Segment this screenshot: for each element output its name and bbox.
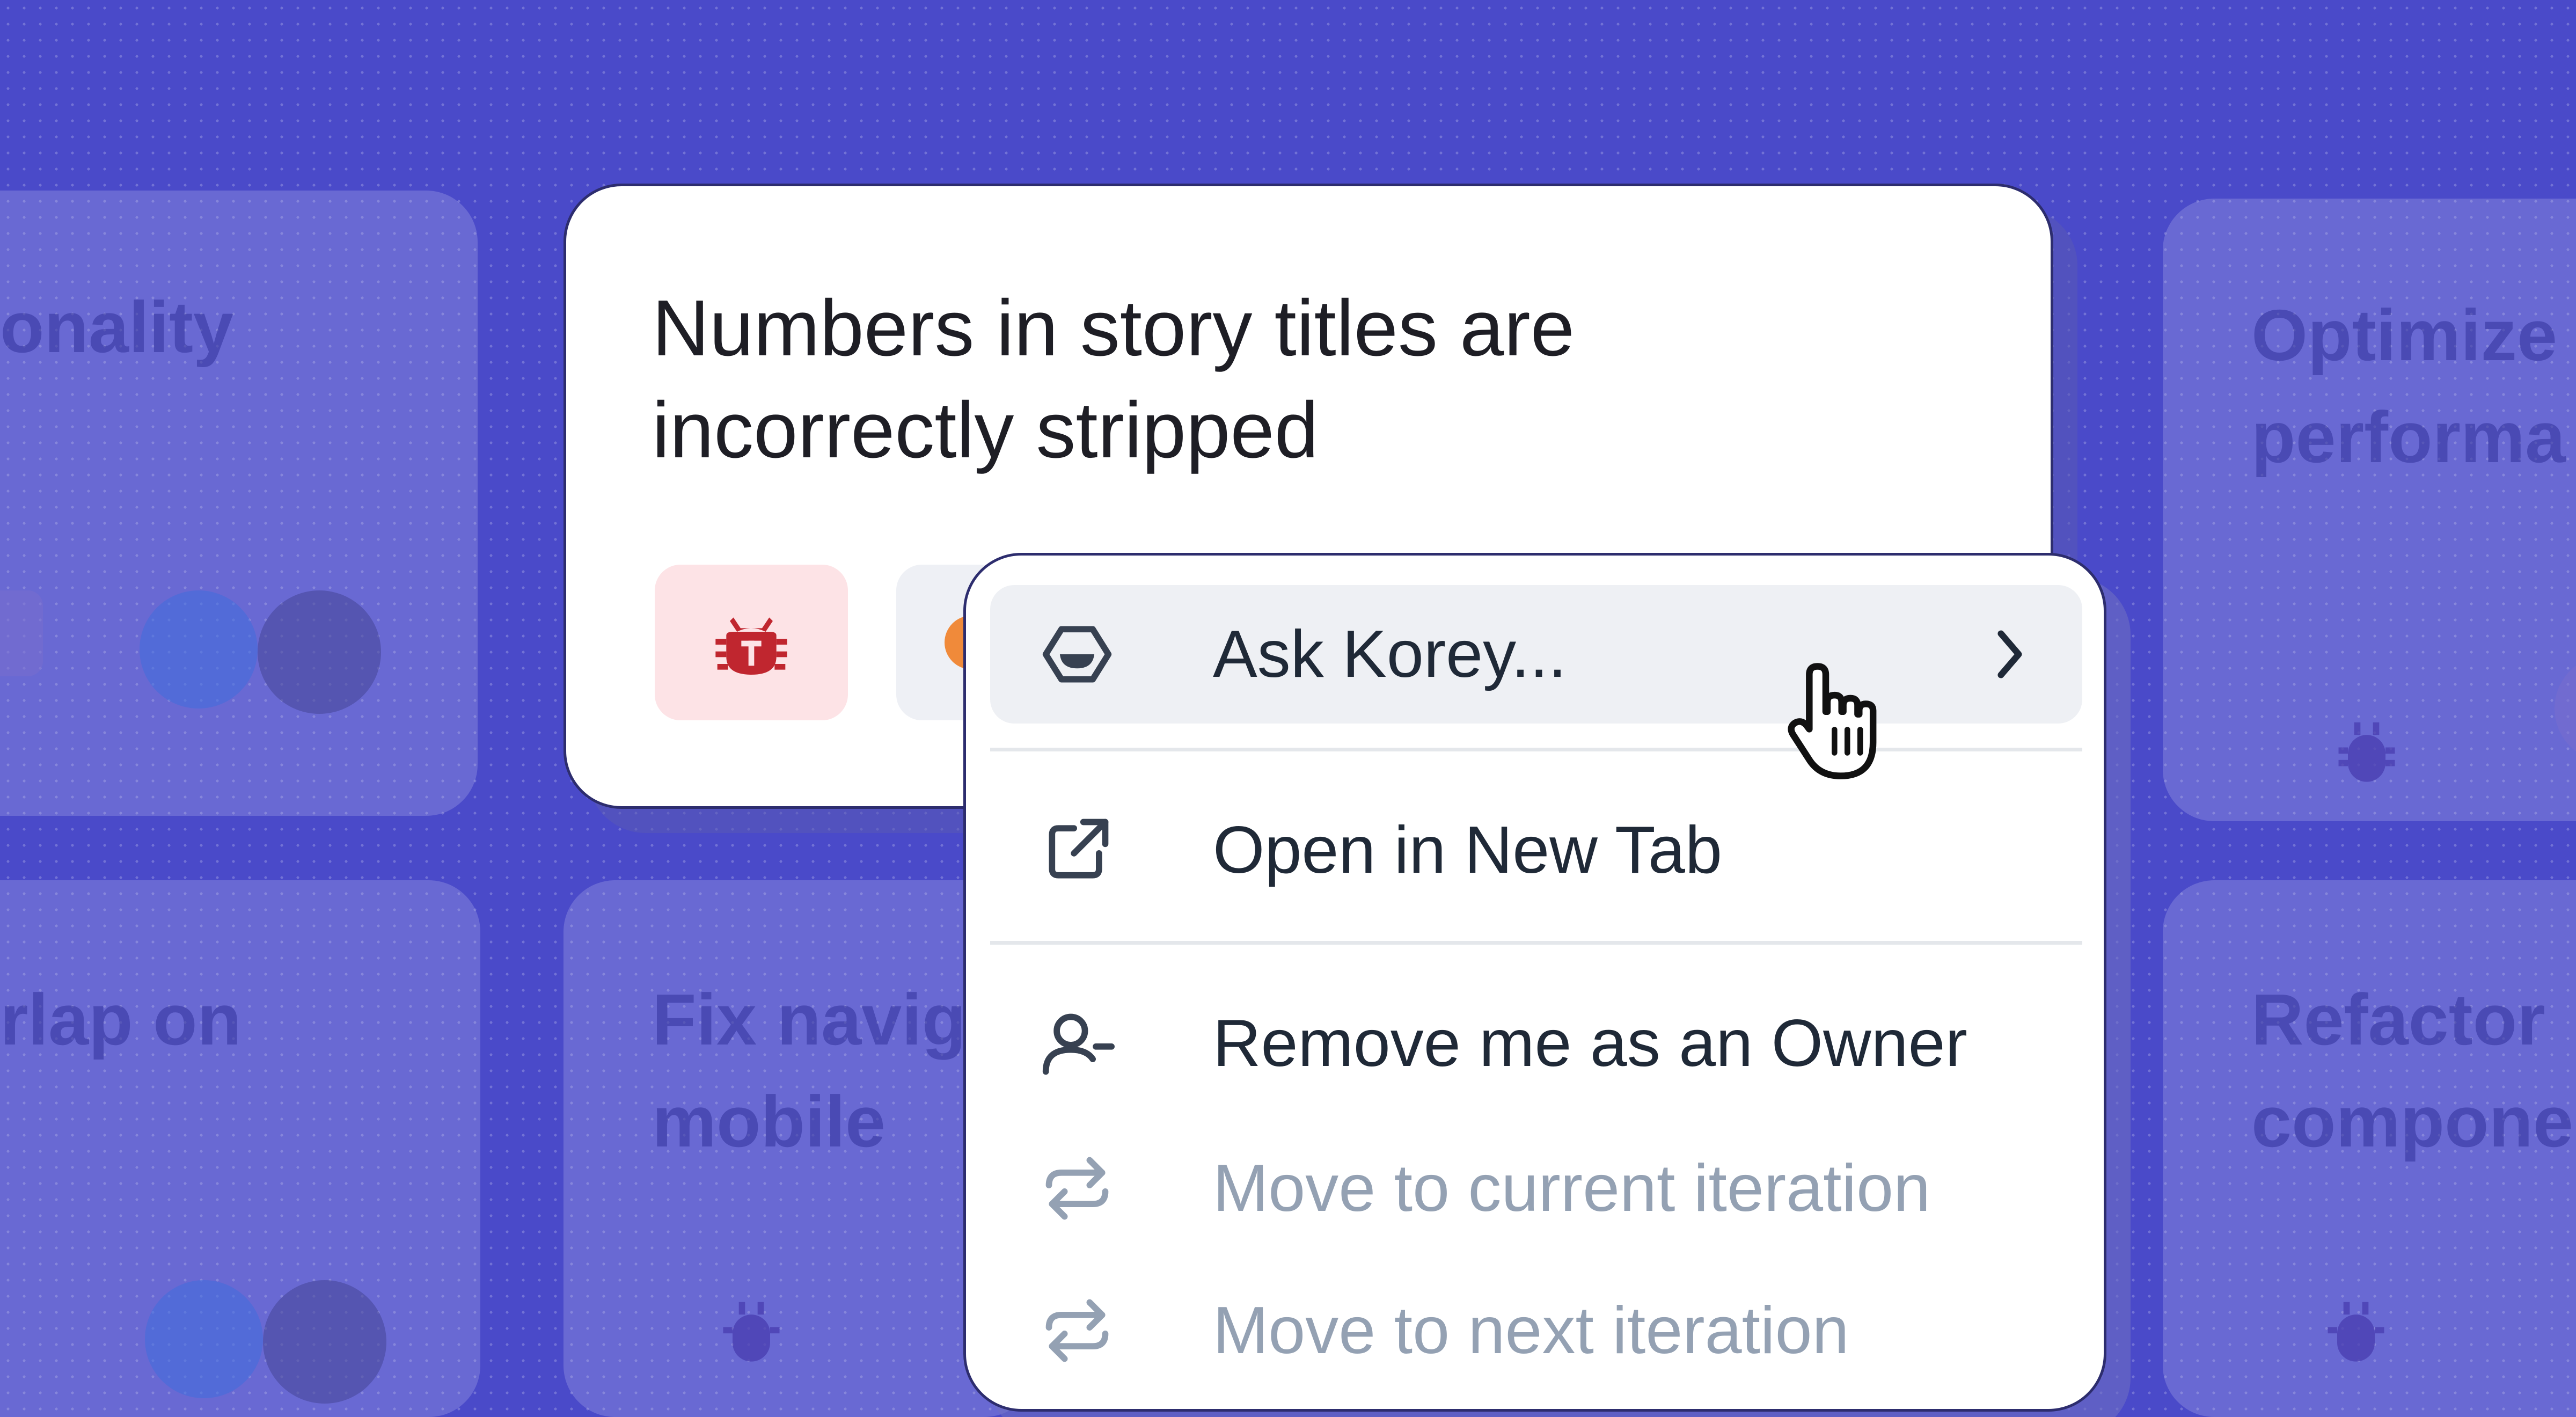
menu-item-move-next-iteration: Move to next iteration [990, 1261, 2082, 1400]
type-badge-circle [0, 590, 43, 676]
menu-item-label: Open in New Tab [1213, 813, 1722, 887]
background-card-title: Optimize [2251, 295, 2558, 376]
background-story-card[interactable]: rlap on [0, 880, 480, 1417]
bug-icon [715, 617, 787, 675]
story-title: Numbers in story titles are incorrectly … [652, 284, 1575, 474]
background-story-card[interactable]: Optimize performa [2163, 199, 2576, 821]
bug-icon [723, 1302, 780, 1362]
menu-item-label: Remove me as an Owner [1213, 1006, 1967, 1080]
background-card-title: onality [0, 287, 234, 368]
avatar [2555, 655, 2576, 762]
remove-user-icon [1042, 1013, 1115, 1075]
code-badge-icon [140, 590, 258, 708]
menu-item-label: Ask Korey... [1213, 617, 1567, 691]
background-card-title: Fix navig [652, 979, 967, 1060]
background-card-title: compone [2251, 1081, 2574, 1162]
background-card-title: rlap on [0, 979, 242, 1060]
code-badge-icon [145, 1280, 263, 1398]
background-card-title: performa [2251, 397, 2566, 478]
menu-item-ask-korey[interactable]: Ask Korey... [990, 585, 2082, 724]
menu-item-open-new-tab[interactable]: Open in New Tab [990, 781, 2082, 919]
hand-pointer-cursor-icon [1788, 663, 1877, 779]
menu-item-move-current-iteration: Move to current iteration [990, 1119, 2082, 1258]
bug-icon [2338, 722, 2395, 782]
menu-item-label: Move to next iteration [1213, 1294, 1849, 1368]
background-card-title: Refactor [2251, 979, 2545, 1060]
bug-icon [2328, 1302, 2384, 1362]
iteration-icon [1045, 1299, 1109, 1362]
menu-divider [990, 941, 2082, 945]
external-link-icon [1049, 819, 1109, 879]
menu-divider [990, 748, 2082, 751]
background-card-title: mobile [652, 1081, 886, 1162]
avatar [258, 590, 381, 714]
iteration-icon [1045, 1157, 1109, 1220]
chevron-right-icon [1997, 630, 2022, 678]
context-menu: Ask Korey... Open in New Tab Remove me a… [963, 553, 2106, 1412]
story-type-chip[interactable] [655, 565, 848, 720]
avatar [263, 1280, 386, 1404]
korey-icon [1042, 626, 1112, 683]
menu-item-label: Move to current iteration [1213, 1151, 1931, 1225]
background-story-card[interactable]: Refactor compone [2163, 880, 2576, 1417]
menu-item-remove-owner[interactable]: Remove me as an Owner [990, 974, 2082, 1113]
background-story-card[interactable]: onality [0, 191, 478, 816]
